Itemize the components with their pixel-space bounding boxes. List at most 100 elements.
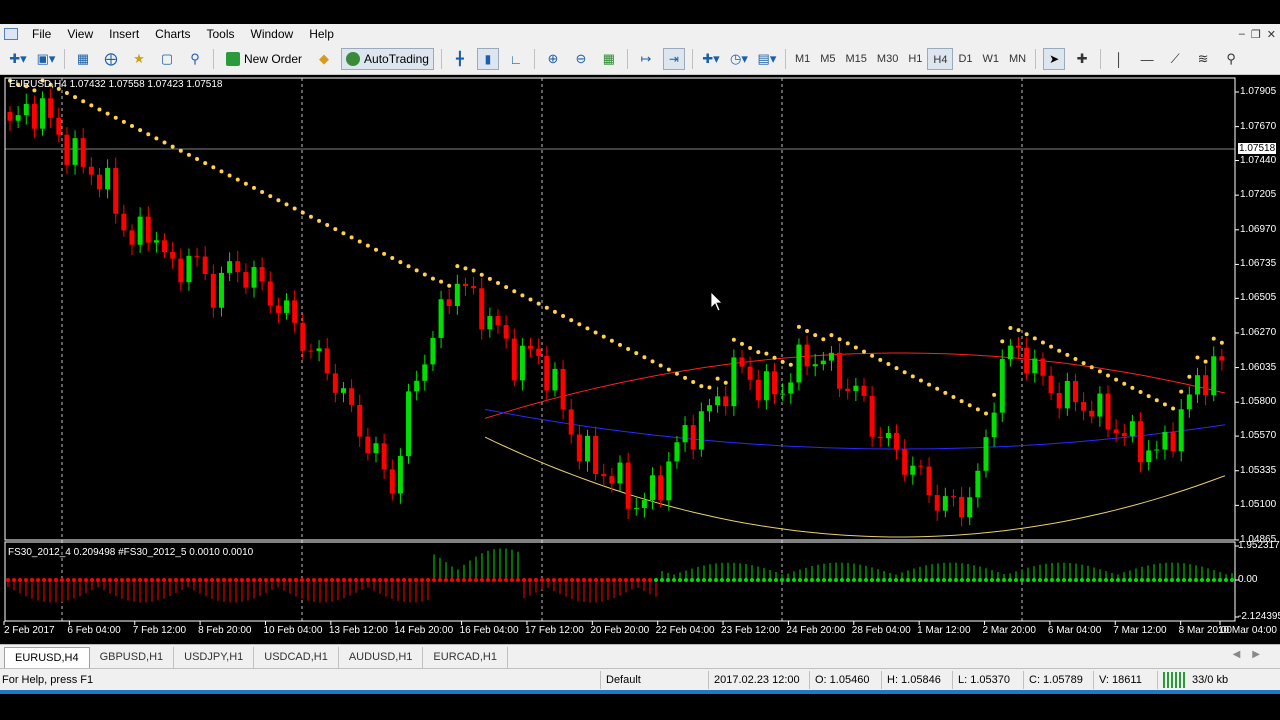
tab-audusd-h1[interactable]: AUDUSD,H1 xyxy=(339,647,424,668)
candle xyxy=(1024,337,1030,381)
timeframe-h1[interactable]: H1 xyxy=(903,48,927,70)
bar-open: O: 1.05460 xyxy=(815,674,870,686)
candle-body xyxy=(633,507,639,509)
tab-usdcad-h1[interactable]: USDCAD,H1 xyxy=(254,647,339,668)
candle xyxy=(788,373,794,404)
terminal-icon[interactable]: ▢ xyxy=(156,48,178,70)
signal-dot xyxy=(1032,578,1036,583)
timeframe-m30[interactable]: M30 xyxy=(872,48,903,70)
chart-shift-icon[interactable]: ⇥ xyxy=(662,48,685,70)
tab-gbpusd-h1[interactable]: GBPUSD,H1 xyxy=(90,647,175,668)
psar-dot xyxy=(1049,344,1054,349)
candle-body xyxy=(1170,431,1176,452)
candle xyxy=(145,206,151,252)
autotrading-button[interactable]: AutoTrading xyxy=(341,48,434,70)
psar-dot xyxy=(1000,339,1005,344)
psar-dot xyxy=(520,293,525,298)
trendline-icon[interactable]: ⟋ xyxy=(1164,48,1186,70)
signal-dot xyxy=(852,578,856,583)
tile-windows-icon[interactable]: ▦ xyxy=(598,48,620,70)
signal-dot xyxy=(114,578,118,583)
chart-canvas[interactable] xyxy=(0,75,1280,644)
psar-dot xyxy=(528,297,533,302)
line-chart-icon[interactable]: ∟ xyxy=(505,48,527,70)
candle-body xyxy=(828,352,834,361)
close-icon[interactable]: ✕ xyxy=(1267,28,1276,41)
bar-chart-icon[interactable]: ╋ xyxy=(449,48,471,70)
new-order-button[interactable]: New Order xyxy=(221,48,307,70)
candle-body xyxy=(48,98,54,118)
candle-body xyxy=(129,230,135,245)
tab-eurusd-h4[interactable]: EURUSD,H4 xyxy=(4,647,90,668)
new-chart-icon[interactable]: ✚▾ xyxy=(7,48,29,70)
signal-dot xyxy=(1194,578,1198,583)
timeframe-d1[interactable]: D1 xyxy=(953,48,977,70)
bar-low: L: 1.05370 xyxy=(958,674,1010,686)
signal-dot xyxy=(42,578,46,583)
menu-file[interactable]: File xyxy=(24,24,59,44)
candle-body xyxy=(235,261,241,273)
candle-body xyxy=(88,166,94,175)
restore-icon[interactable]: ❐ xyxy=(1251,28,1261,41)
cursor-icon[interactable]: ➤ xyxy=(1043,48,1066,70)
autoscroll-icon[interactable]: ↦ xyxy=(635,48,657,70)
chart-window[interactable]: EURUSD,H4 1.07432 1.07558 1.07423 1.0751… xyxy=(0,75,1280,644)
signal-dot xyxy=(564,578,568,583)
tab-scroll-arrows-icon[interactable]: ◀▶ xyxy=(1233,649,1272,660)
templates-icon[interactable]: ▤▾ xyxy=(756,48,778,70)
zoom-in-icon[interactable]: ⊕ xyxy=(542,48,564,70)
candle-body xyxy=(617,462,623,484)
timeframe-m1[interactable]: M1 xyxy=(790,48,815,70)
candle xyxy=(471,276,477,295)
minimize-icon[interactable]: – xyxy=(1239,28,1245,40)
indicator-tick-label: -2.124395 xyxy=(1238,611,1280,622)
profile-name: Default xyxy=(606,674,641,686)
timeframe-mn[interactable]: MN xyxy=(1004,48,1031,70)
psar-dot xyxy=(1114,377,1119,382)
menu-tools[interactable]: Tools xyxy=(199,24,243,44)
menu-help[interactable]: Help xyxy=(301,24,342,44)
navigator-icon[interactable]: ★ xyxy=(128,48,150,70)
candle-body xyxy=(796,344,802,383)
data-window-icon[interactable]: ⨁ xyxy=(100,48,122,70)
candle xyxy=(1170,422,1176,458)
timeframe-m15[interactable]: M15 xyxy=(841,48,872,70)
time-tick-label: 6 Feb 04:00 xyxy=(67,625,121,636)
candle-body xyxy=(1138,421,1144,463)
signal-dot xyxy=(282,578,286,583)
candle xyxy=(658,465,664,508)
psar-dot xyxy=(740,341,744,346)
candlestick-icon[interactable]: ▮ xyxy=(476,48,499,70)
candle xyxy=(454,274,460,315)
menu-view[interactable]: View xyxy=(59,24,101,44)
signal-dot xyxy=(942,578,946,583)
signal-dot xyxy=(426,578,430,583)
menu-charts[interactable]: Charts xyxy=(147,24,198,44)
candle xyxy=(975,463,981,508)
time-tick-label: 8 Feb 20:00 xyxy=(198,625,252,636)
tab-usdjpy-h1[interactable]: USDJPY,H1 xyxy=(174,647,255,668)
profiles-icon[interactable]: ▣▾ xyxy=(35,48,57,70)
psar-dot xyxy=(1203,359,1208,364)
indicators-icon[interactable]: ✚▾ xyxy=(700,48,722,70)
horizontal-line-icon[interactable]: — xyxy=(1136,48,1158,70)
vertical-line-icon[interactable]: │ xyxy=(1108,48,1130,70)
tester-icon[interactable]: ⚲ xyxy=(184,48,206,70)
timeframe-m5[interactable]: M5 xyxy=(815,48,840,70)
market-watch-icon[interactable]: ▦ xyxy=(72,48,94,70)
tab-eurcad-h1[interactable]: EURCAD,H1 xyxy=(423,647,508,668)
psar-dot xyxy=(422,272,427,277)
text-tool-icon[interactable]: ⚲ xyxy=(1220,48,1242,70)
metaeditor-icon[interactable]: ◆ xyxy=(313,48,335,70)
timeframe-w1[interactable]: W1 xyxy=(978,48,1005,70)
fibonacci-icon[interactable]: ≋ xyxy=(1192,48,1214,70)
periods-icon[interactable]: ◷▾ xyxy=(728,48,750,70)
timeframe-h4[interactable]: H4 xyxy=(927,48,954,70)
zoom-out-icon[interactable]: ⊖ xyxy=(570,48,592,70)
psar-dot xyxy=(585,326,590,331)
candle-body xyxy=(397,456,403,494)
menu-insert[interactable]: Insert xyxy=(101,24,147,44)
candle-body xyxy=(1040,358,1046,376)
crosshair-icon[interactable]: ✚ xyxy=(1071,48,1093,70)
menu-window[interactable]: Window xyxy=(243,24,302,44)
